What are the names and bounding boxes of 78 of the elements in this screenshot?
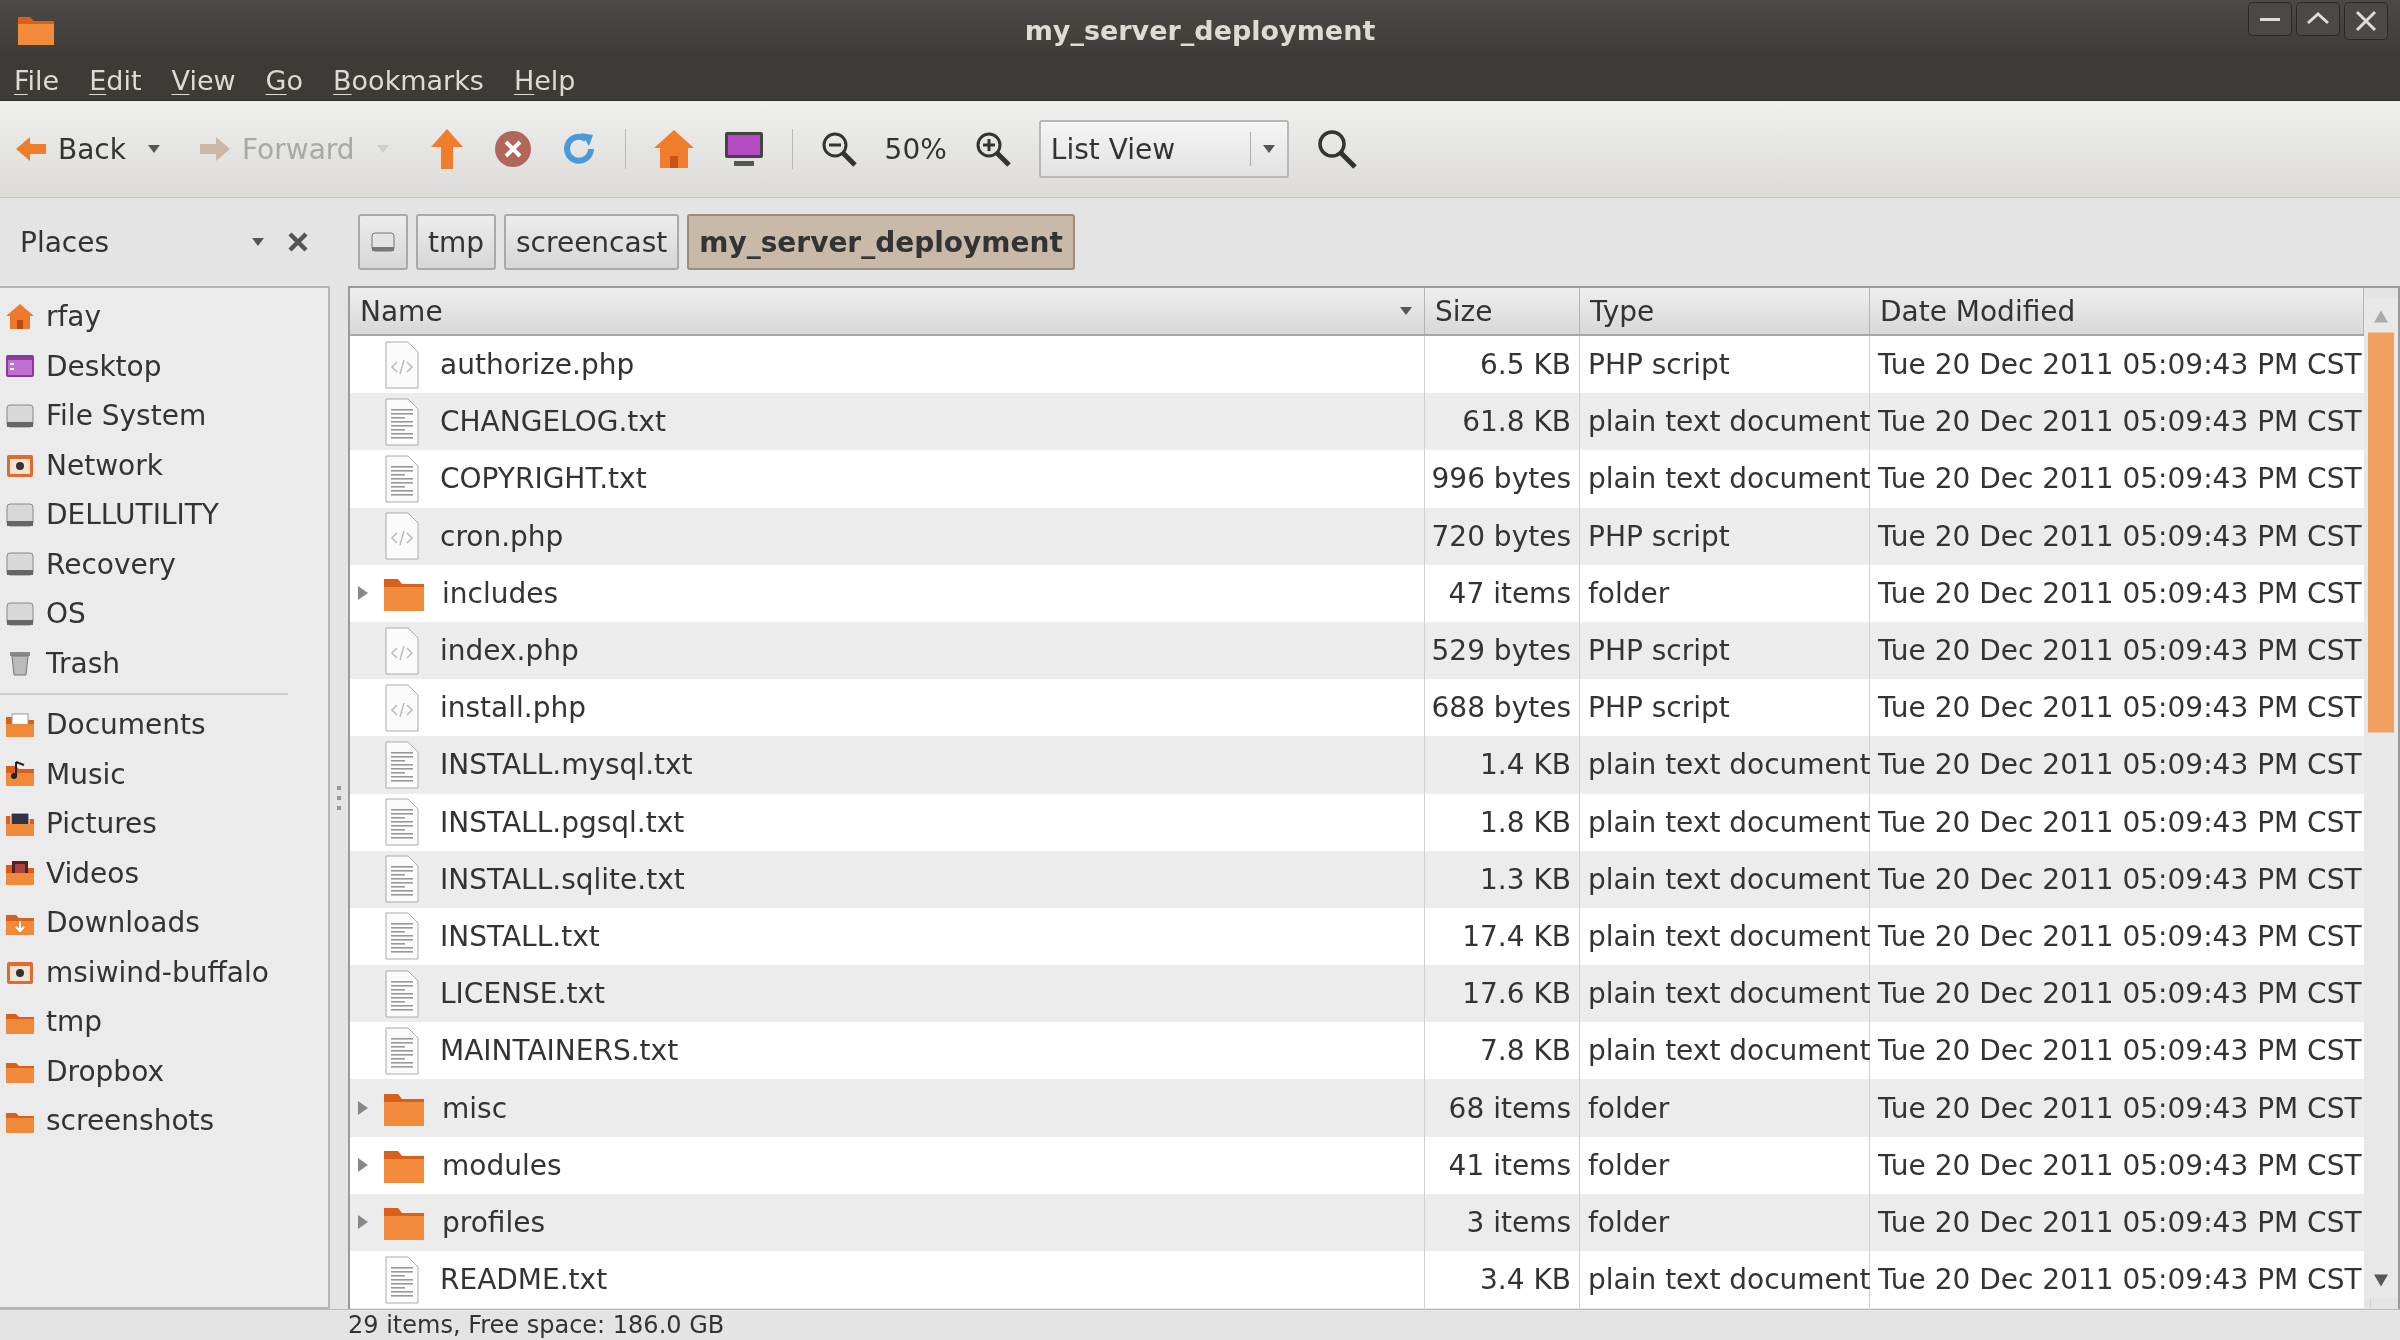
column-header[interactable]: Name [350,288,1425,334]
back-button[interactable]: Back [14,132,126,166]
menu-item[interactable]: File [14,64,60,96]
file-type: plain text document [1580,850,1870,908]
file-name[interactable]: install.php [440,691,586,725]
menu-item[interactable]: View [171,64,236,96]
file-name[interactable]: CHANGELOG.txt [440,405,666,439]
file-type: plain text document [1580,450,1870,508]
sidebar-item[interactable]: DELLUTILITY [46,498,219,532]
column-header[interactable]: Type [1580,288,1870,334]
zoom-level: 50% [884,132,947,166]
file-name[interactable]: profiles [442,1205,546,1239]
file-name[interactable]: misc [442,1091,508,1125]
file-name[interactable]: INSTALL.pgsql.txt [440,805,685,839]
close-icon[interactable] [286,230,310,254]
file-type: plain text document [1580,1251,1870,1309]
resize-grip-icon[interactable] [336,784,342,811]
menu-item[interactable]: Edit [89,64,142,96]
file-name[interactable]: index.php [440,634,579,668]
file-type: folder [1580,1136,1870,1194]
sidebar-item[interactable]: Recovery [46,547,176,581]
path-crumb[interactable]: tmp [416,214,497,270]
sidebar-item[interactable]: Desktop [46,349,162,383]
sidebar-item[interactable]: Pictures [46,807,157,841]
drive-crumb[interactable] [358,214,408,270]
file-size: 47 items [1425,564,1580,622]
sidebar-item[interactable]: msiwind-buffalo [46,955,269,989]
sidebar-item[interactable]: Trash [46,646,120,680]
file-name[interactable]: authorize.php [440,348,635,382]
menu-item[interactable]: Go [265,64,304,96]
file-name[interactable]: LICENSE.txt [440,977,605,1011]
menu-item[interactable]: Bookmarks [333,64,484,96]
file-size: 1.4 KB [1425,736,1580,794]
sidebar-item[interactable]: screenshots [46,1104,215,1138]
file-size: 720 bytes [1425,507,1580,565]
file-type: plain text document [1580,793,1870,851]
file-size: 3.4 KB [1425,1251,1580,1309]
sidebar-item[interactable]: Network [46,448,163,482]
sidebar-item[interactable]: Dropbox [46,1054,164,1088]
sidebar-item[interactable]: tmp [46,1005,103,1039]
file-size: 41 items [1425,1136,1580,1194]
file-size: 1.3 KB [1425,850,1580,908]
sidebar-item[interactable]: Documents [46,708,206,742]
window-title: my_server_deployment [1024,14,1376,46]
sidebar-item[interactable]: Music [46,757,126,791]
file-name[interactable]: cron.php [440,519,564,553]
maximize-button[interactable] [2296,2,2340,36]
file-type: folder [1580,564,1870,622]
stop-button[interactable] [492,129,533,169]
sidebar-title: Places [20,225,111,259]
view-dropdown[interactable]: List View [1038,120,1289,178]
sidebar-item[interactable]: File System [46,399,207,433]
minimize-button[interactable] [2248,2,2292,36]
path-crumb[interactable]: my_server_deployment [687,214,1075,270]
file-type: PHP script [1580,507,1870,565]
file-name[interactable]: COPYRIGHT.txt [440,462,647,496]
file-size: 68 items [1425,1079,1580,1137]
file-name[interactable]: modules [442,1148,562,1182]
status-text: 29 items, Free space: 186.0 GB [348,1311,725,1339]
file-name[interactable]: README.txt [440,1263,608,1297]
close-button[interactable] [2344,2,2388,40]
file-name[interactable]: MAINTAINERS.txt [440,1034,679,1068]
menu-item[interactable]: Help [513,64,576,96]
drive-icon [370,229,396,255]
file-name[interactable]: INSTALL.mysql.txt [440,748,693,782]
column-header[interactable]: Size [1425,288,1580,334]
file-size: 996 bytes [1425,450,1580,508]
sidebar-item[interactable]: Videos [46,856,140,890]
sidebar-item[interactable]: OS [46,597,86,631]
file-name[interactable]: INSTALL.sqlite.txt [440,862,685,896]
path-crumb[interactable]: screencast [504,214,680,270]
file-type: plain text document [1580,736,1870,794]
file-name[interactable]: INSTALL.txt [440,919,600,953]
sidebar-item[interactable]: Downloads [46,906,200,940]
sidebar-item[interactable]: rfay [46,300,102,334]
file-size: 1.8 KB [1425,793,1580,851]
file-name[interactable]: includes [442,576,559,610]
file-type: folder [1580,1079,1870,1137]
